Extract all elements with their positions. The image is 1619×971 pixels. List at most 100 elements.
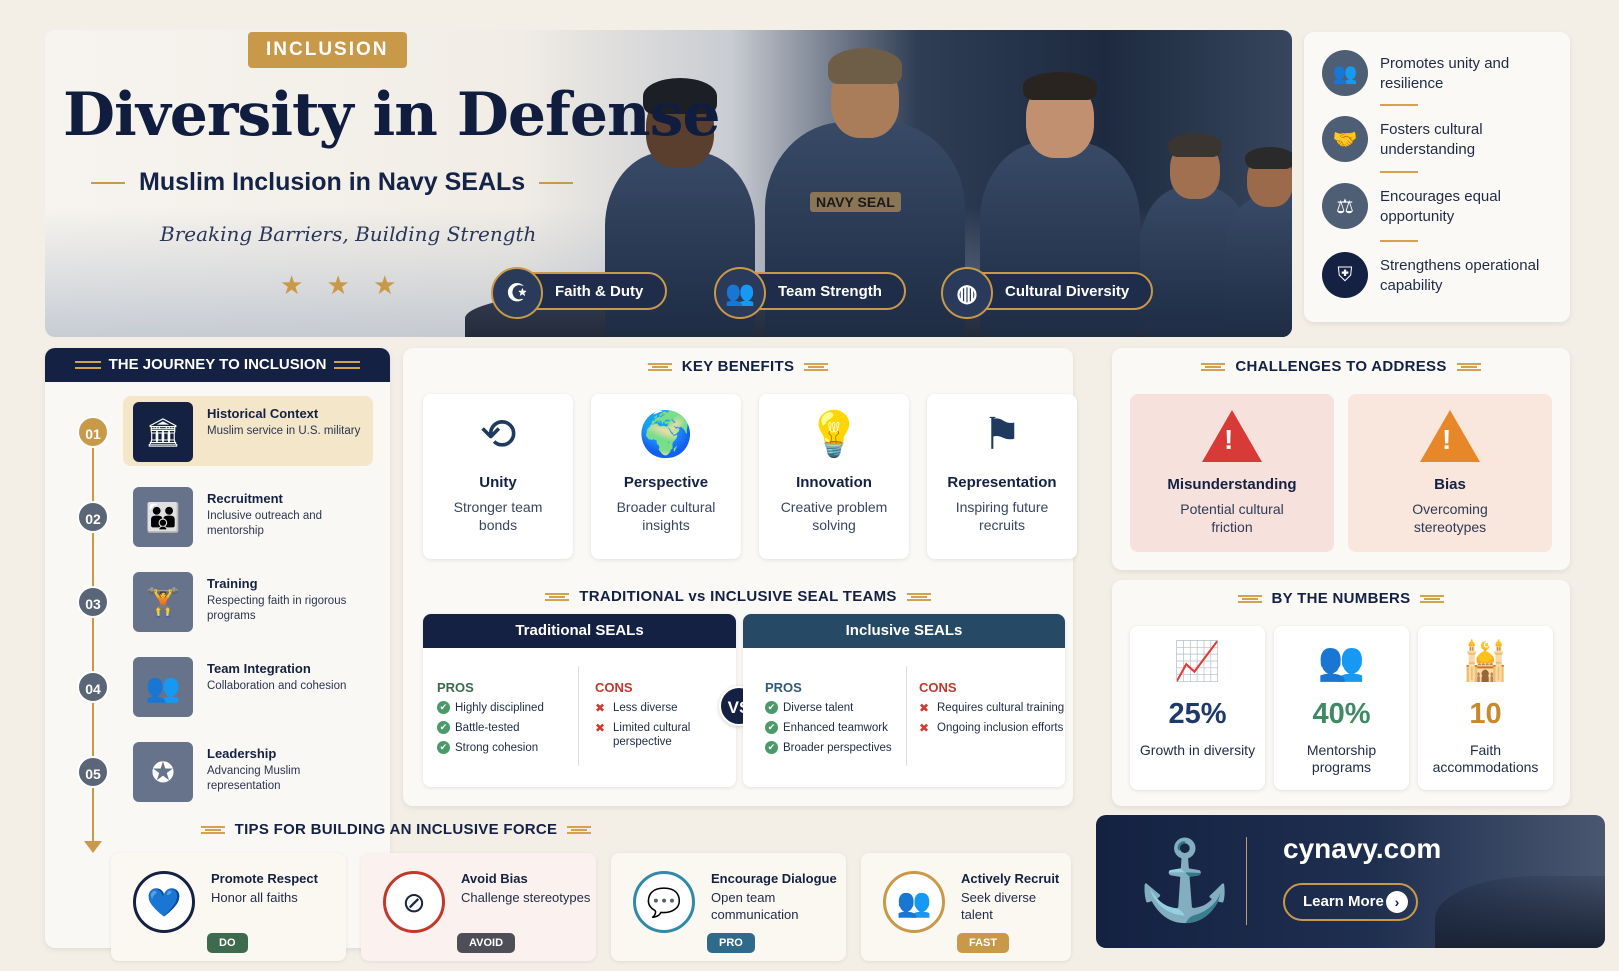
shield-icon: ⛨ [1322,252,1368,298]
cons-column: CONS Less diverse Limited cultural persp… [595,680,715,755]
pro-item: Broader perspectives [765,741,892,755]
pro-item: Strong cohesion [437,741,544,755]
learn-more-button[interactable]: Learn More › [1283,883,1418,921]
group-icon: 👥 [1322,50,1368,96]
stat-mentorship: 👥 40% Mentorship programs [1274,626,1409,790]
step-desc: Advancing Muslim representation [207,765,301,792]
benefit-list-text: Promotes unity and resilience [1380,55,1510,92]
vest-label: NAVY SEAL [810,192,901,212]
benefit-card-unity: ⟲ Unity Stronger team bonds [423,394,573,559]
no-bias-icon: ⊘ [383,871,445,933]
benefit-list-text: Encourages equal opportunity [1380,188,1501,225]
site-url[interactable]: cynavy.com [1283,833,1441,865]
soldier-figure [1225,147,1292,337]
con-item: Requires cultural training [919,701,1065,715]
benefit-title: Representation [947,474,1057,491]
stat-desc: Faith accommodations [1432,742,1539,775]
people-icon: 👪 [133,487,193,547]
benefit-list-text: Strengthens operational capability [1380,257,1540,294]
benefit-desc: Broader cultural insights [616,499,716,533]
comparison-heading: TRADITIONAL vs INCLUSIVE SEAL TEAMS [403,588,1073,605]
growth-chart-icon: 📈 [1173,641,1222,683]
tip-title: Encourage Dialogue [711,871,837,886]
stat-faith: 🕌 10 Faith accommodations [1418,626,1553,790]
step-title: Training [207,576,258,591]
benefit-list-text: Fosters cultural understanding [1380,121,1483,158]
unity-icon: ⟲ [479,409,517,459]
benefit-list-item: ⛨ Strengthens operational capability [1322,250,1562,300]
challenge-title: Misunderstanding [1167,476,1297,493]
handshake-icon: 🤝 [1322,116,1368,162]
heading-text: KEY BENEFITS [681,358,795,375]
subtitle-text: Muslim Inclusion in Navy SEALs [139,168,526,196]
tip-title: Promote Respect [211,871,318,886]
step-number: 04 [77,671,109,703]
pro-item: Enhanced teamwork [765,721,892,735]
tip-promote-respect: 💙 Promote Respect Honor all faiths DO [111,853,346,961]
tips-heading: TIPS FOR BUILDING AN INCLUSIVE FORCE [0,821,881,838]
benefit-card-innovation: 💡 Innovation Creative problem solving [759,394,909,559]
journey-step-1: 01 🏛 Historical Context Muslim service i… [45,396,390,466]
inclusive-seals-panel: Inclusive SEALs PROS Diverse talent Enha… [743,614,1065,787]
button-label: Learn More [1303,893,1384,910]
inclusion-tag: INCLUSION [248,32,407,68]
hero-banner: NAVY SEAL INCLUSION Diversity in Defense… [45,30,1292,337]
people-icon: 👥 [1317,641,1366,683]
pill-label: Team Strength [778,282,882,300]
cta-banner: ⚓ cynavy.com Learn More › [1096,815,1605,948]
pill-cultural-diversity: ◍ Cultural Diversity [941,267,1154,319]
tip-desc: Honor all faiths [211,890,298,905]
stat-desc: Mentorship programs [1306,742,1377,775]
benefit-title: Perspective [623,474,709,491]
divider [1380,171,1418,173]
con-item: Limited cultural perspective [595,721,715,749]
heading-text: TRADITIONAL vs INCLUSIVE SEAL TEAMS [579,588,897,605]
panel-header: Inclusive SEALs [743,614,1065,648]
stat-desc: Growth in diversity [1139,742,1256,758]
benefit-title: Innovation [796,474,872,491]
pill-label: Faith & Duty [555,282,644,300]
challenge-misunderstanding: ! Misunderstanding Potential cultural fr… [1130,394,1334,552]
scales-icon: ⚖ [1322,183,1368,229]
building-icon: 🏛 [133,402,193,462]
divider [1380,240,1418,242]
lightbulb-icon: 💡 [806,410,862,459]
tip-desc: Challenge stereotypes [461,890,591,905]
tip-title: Avoid Bias [461,871,528,886]
pros-column: PROS Highly disciplined Battle-tested St… [437,680,544,761]
stars-decoration: ★ ★ ★ [280,270,405,300]
step-number: 05 [77,756,109,788]
step-desc: Muslim service in U.S. military [207,425,361,437]
chat-icon: 💬 [633,871,695,933]
divider [1380,104,1418,106]
benefit-desc: Inspiring future recruits [955,499,1049,533]
step-number: 02 [77,501,109,533]
tip-badge: AVOID [457,933,516,953]
pros-column: PROS Diverse talent Enhanced teamwork Br… [765,680,892,761]
pro-item: Highly disciplined [437,701,544,715]
step-title: Leadership [207,746,277,761]
benefit-list-item: 👥 Promotes unity and resilience [1322,48,1562,98]
challenge-desc: Potential cultural friction [1180,501,1284,535]
key-benefits-card: KEY BENEFITS ⟲ Unity Stronger team bonds… [403,348,1077,806]
warning-icon: ! [1202,410,1262,462]
key-benefits-heading: KEY BENEFITS [403,358,1073,375]
boat-silhouette [1435,876,1605,948]
anchor-icon: ⚓ [1136,836,1234,924]
traditional-seals-panel: Traditional SEALs PROS Highly discipline… [423,614,736,787]
tip-badge: FAST [957,933,1010,953]
benefit-title: Unity [479,474,517,491]
benefit-list-item: 🤝 Fosters cultural understanding [1322,114,1562,164]
step-title: Historical Context [207,406,319,421]
heart-handshake-icon: 💙 [133,871,195,933]
tip-actively-recruit: 👥 Actively Recruit Seek diverse talent F… [861,853,1071,961]
challenge-desc: Overcoming stereotypes [1412,501,1488,535]
step-number: 03 [77,586,109,618]
team-icon: 👥 [714,267,766,319]
tips-section: TIPS FOR BUILDING AN INCLUSIVE FORCE 💙 P… [111,815,1081,971]
step-desc: Collaboration and cohesion [207,680,347,692]
challenge-bias: ! Bias Overcoming stereotypes [1348,394,1552,552]
tip-avoid-bias: ⊘ Avoid Bias Challenge stereotypes AVOID [361,853,596,961]
stat-growth: 📈 25% Growth in diversity [1130,626,1265,790]
heading-text: CHALLENGES TO ADDRESS [1235,358,1447,375]
